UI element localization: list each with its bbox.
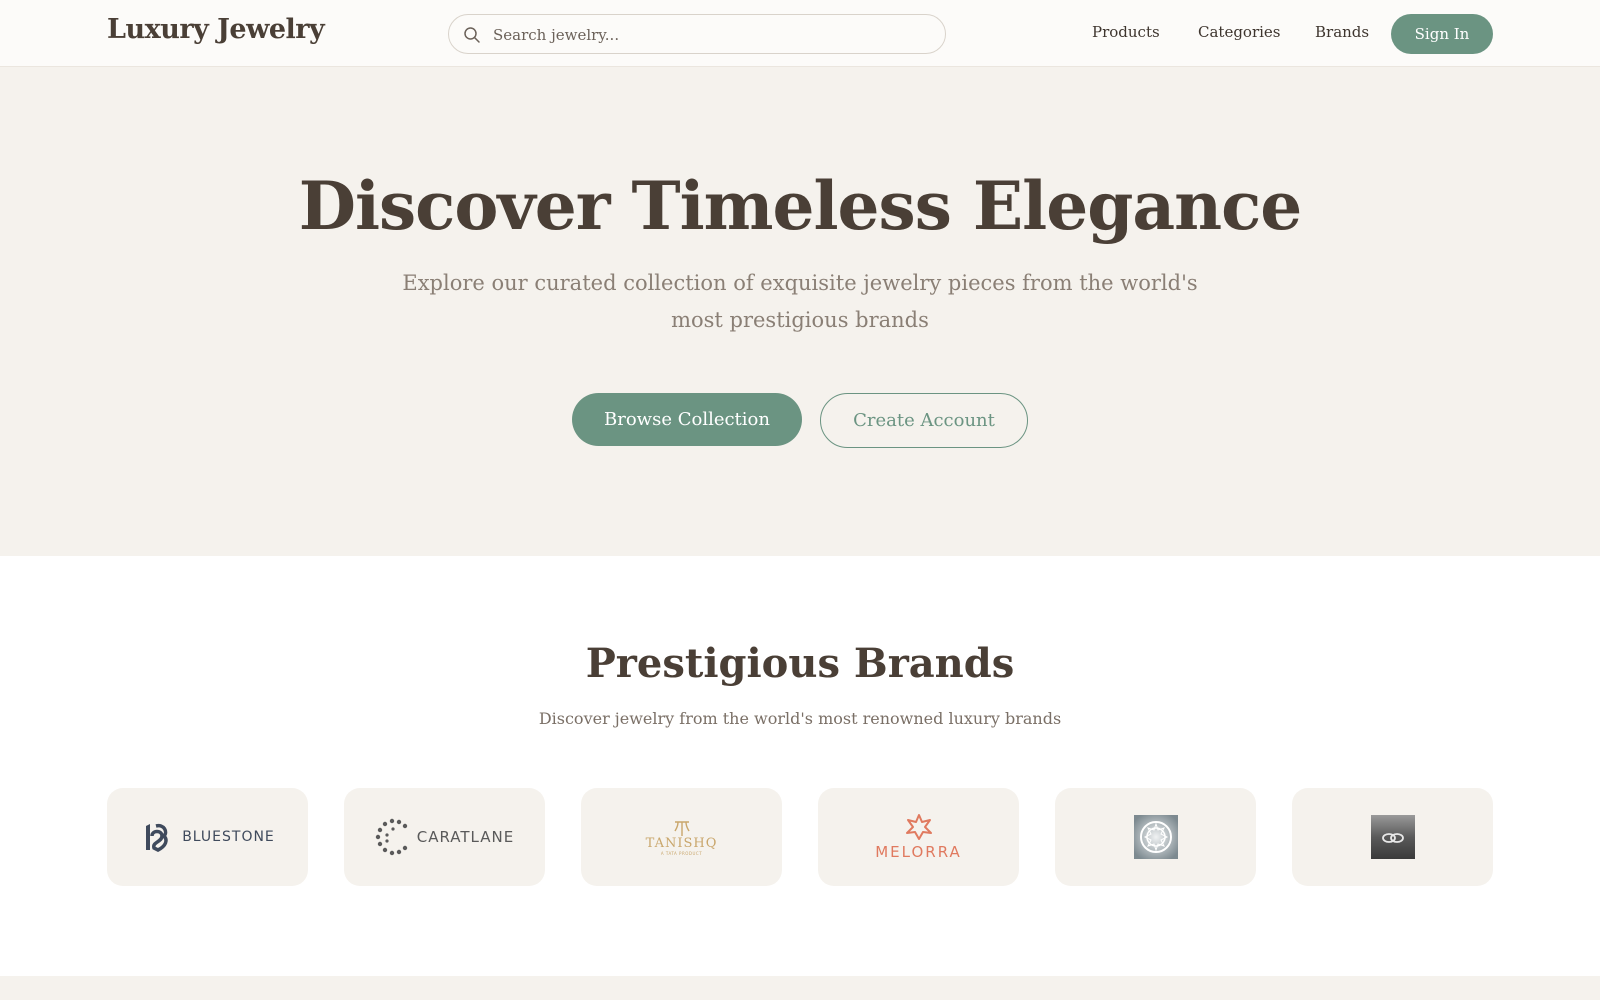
brand-card-melorra[interactable]: MELORRA — [818, 788, 1019, 886]
hero-section: Discover Timeless Elegance Explore our c… — [0, 67, 1600, 556]
search-input[interactable] — [493, 22, 923, 48]
tanishq-logo — [673, 820, 690, 836]
footer-strip — [0, 976, 1600, 1000]
hero-subtitle-line-1: Explore our curated collection of exquis… — [402, 271, 1198, 295]
brand-card-medallion[interactable] — [1055, 788, 1256, 886]
top-navigation-bar: Luxury Jewelry Products Categories Brand… — [0, 0, 1600, 67]
nav-products[interactable]: Products — [1092, 23, 1160, 41]
hero-title: Discover Timeless Elegance — [298, 167, 1303, 245]
site-logo[interactable]: Luxury Jewelry — [107, 14, 325, 45]
interlocking-rings-logo — [1370, 815, 1415, 859]
create-account-button[interactable]: Create Account — [820, 393, 1028, 448]
browse-collection-button[interactable]: Browse Collection — [572, 393, 802, 446]
brand-tagline-tanishq: A TATA PRODUCT — [660, 850, 703, 856]
brands-title: Prestigious Brands — [585, 640, 1015, 687]
bluestone-logo — [146, 823, 168, 852]
brand-name-bluestone: BLUESTONE — [182, 829, 275, 845]
brand-name-caratlane: CARATLANE — [416, 828, 515, 846]
brand-name-tanishq: TANISHQ — [645, 835, 718, 851]
brands-subtitle: Discover jewelry from the world's most r… — [538, 709, 1062, 728]
brand-card-rings[interactable] — [1292, 788, 1493, 886]
brand-card-tanishq[interactable]: TANISHQ A TATA PRODUCT — [581, 788, 782, 886]
ornate-medallion-logo — [1133, 815, 1178, 859]
hero-subtitle-line-2: most prestigious brands — [671, 308, 929, 332]
brand-card-bluestone[interactable]: BLUESTONE — [107, 788, 308, 886]
nav-categories[interactable]: Categories — [1198, 23, 1281, 41]
search-bar[interactable] — [448, 14, 946, 54]
melorra-logo — [905, 814, 932, 840]
caratlane-logo — [375, 818, 407, 856]
search-icon — [464, 27, 480, 43]
brands-section: Prestigious Brands Discover jewelry from… — [0, 556, 1600, 976]
brand-name-melorra: MELORRA — [875, 843, 962, 861]
sign-in-button[interactable]: Sign In — [1391, 14, 1493, 54]
nav-brands[interactable]: Brands — [1315, 23, 1369, 41]
brand-card-caratlane[interactable]: CARATLANE — [344, 788, 545, 886]
hero-subtitle: Explore our curated collection of exquis… — [400, 265, 1200, 339]
